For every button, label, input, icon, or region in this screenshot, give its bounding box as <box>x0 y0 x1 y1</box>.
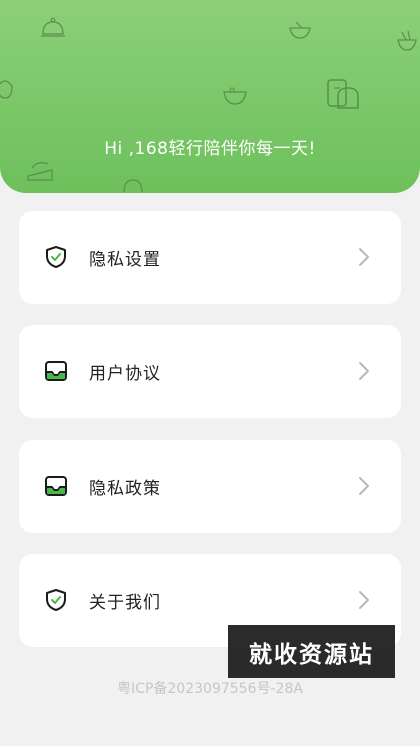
chevron-right-icon <box>359 477 369 495</box>
chevron-right-icon <box>359 591 369 609</box>
shield-check-icon <box>46 246 66 268</box>
watermark-overlay: 就收资源站 <box>228 625 395 678</box>
mail-tray-icon <box>45 361 67 381</box>
menu-item-label: 隐私政策 <box>89 479 161 499</box>
menu-item-label: 隐私设置 <box>89 250 161 270</box>
cake-doodle-icon <box>27 162 53 181</box>
soup-bowl-doodle-icon <box>223 87 247 105</box>
mail-tray-icon <box>45 476 67 496</box>
chevron-right-icon <box>359 362 369 380</box>
user-agreement-item[interactable]: 用户协议 <box>19 325 401 418</box>
header-banner: Hi ,168轻行陪伴你每一天! <box>0 0 420 193</box>
chevron-right-icon <box>359 248 369 266</box>
noodle-doodle-icon <box>397 30 417 51</box>
greeting-text: Hi ,168轻行陪伴你每一天! <box>104 139 316 159</box>
bread-doodle-icon <box>327 79 359 109</box>
icp-record-text: 粤ICP备2023097556号-28A <box>117 681 303 697</box>
privacy-settings-item[interactable]: 隐私设置 <box>19 211 401 304</box>
menu-item-label: 用户协议 <box>89 364 161 384</box>
dish-doodle-icon <box>123 179 143 193</box>
cloche-doodle-icon <box>41 17 65 37</box>
menu-item-label: 关于我们 <box>89 593 161 613</box>
shield-check-icon <box>46 589 66 611</box>
fruit-doodle-icon <box>0 80 13 99</box>
bowl-doodle-icon <box>289 21 311 39</box>
privacy-policy-item[interactable]: 隐私政策 <box>19 440 401 533</box>
